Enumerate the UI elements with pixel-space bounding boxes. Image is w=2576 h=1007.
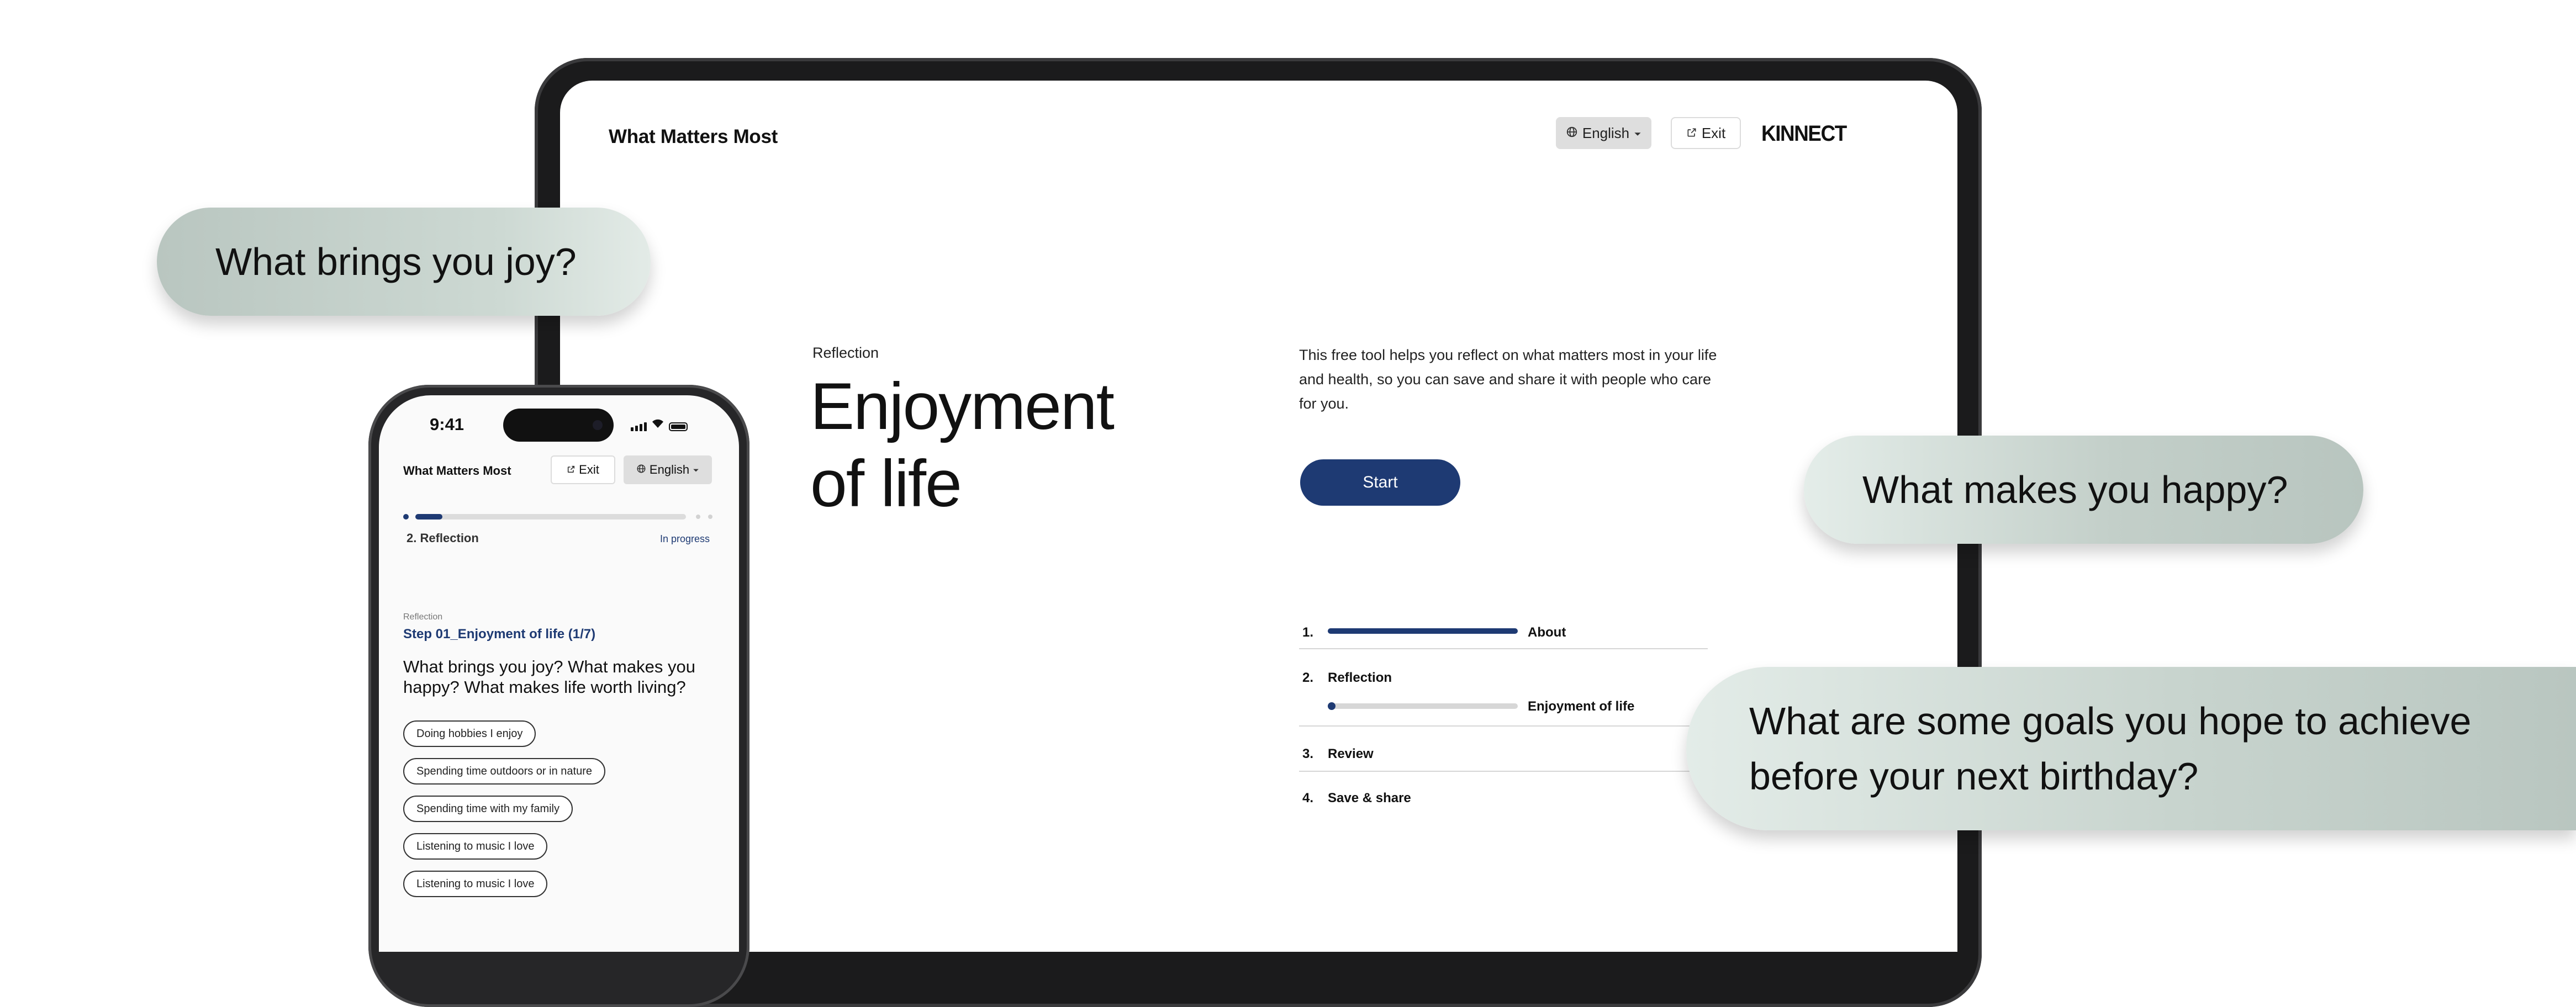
brand-logo: KINNECT (1761, 121, 1847, 146)
status-icons (631, 418, 688, 431)
caret-down-icon (693, 463, 699, 477)
dynamic-island (503, 409, 614, 442)
current-step-label: 2. Reflection (407, 531, 479, 545)
step-progress-fill (1328, 628, 1518, 634)
speech-bubble-goals-line-2: before your next birthday? (1749, 755, 2199, 798)
status-time: 9:41 (430, 415, 464, 434)
step-about[interactable]: 1. About (1299, 616, 1708, 649)
phone-screen: 9:41 What Matters Most Exit English 2. R… (379, 395, 739, 952)
answer-chip[interactable]: Listening to music I love (403, 833, 548, 860)
external-link-icon (567, 463, 576, 477)
section-label: Reflection (812, 344, 879, 361)
step-title: Step 01_Enjoyment of life (1/7) (403, 627, 596, 642)
step-progress-bar (1328, 628, 1518, 634)
step-label: Reflection (1328, 670, 1392, 685)
section-label: Reflection (403, 612, 443, 622)
progress-bar (403, 514, 712, 520)
answer-chip[interactable]: Listening to music I love (403, 871, 548, 897)
step-progress-dot (1328, 702, 1335, 710)
speech-bubble-goals: What are some goals you hope to achieve … (1686, 667, 2576, 830)
step-review[interactable]: 3. Review (1299, 727, 1708, 772)
signal-icon (631, 422, 647, 431)
step-sublabel: Enjoyment of life (1528, 699, 1635, 714)
app-title: What Matters Most (403, 464, 511, 478)
progress-track (415, 514, 686, 520)
battery-icon (669, 422, 688, 431)
progress-dot (696, 515, 700, 519)
page-title-line-1: Enjoyment (810, 369, 1115, 443)
exit-button[interactable]: Exit (551, 455, 615, 484)
app-title: What Matters Most (609, 126, 778, 147)
exit-label: Exit (1701, 124, 1726, 141)
step-number: 4. (1302, 791, 1314, 805)
speech-bubble-joy: What brings you joy? (157, 208, 651, 316)
speech-bubble-goals-line-1: What are some goals you hope to achieve (1749, 699, 2472, 743)
progress-start-dot (403, 514, 409, 520)
answer-chip[interactable]: Doing hobbies I enjoy (403, 720, 536, 747)
caret-down-icon (1634, 125, 1641, 142)
progress-dot (708, 515, 712, 519)
globe-icon (1566, 125, 1578, 142)
page-title-line-2: of life (810, 447, 962, 521)
step-number: 1. (1302, 625, 1314, 640)
language-label: English (1582, 124, 1630, 141)
step-save-share[interactable]: 4. Save & share (1299, 772, 1708, 816)
external-link-icon (1686, 125, 1697, 142)
step-list: 1. About 2. Reflection Enjoyment of life… (1299, 616, 1708, 816)
camera-icon (593, 420, 603, 430)
answer-chip[interactable]: Spending time with my family (403, 796, 573, 822)
language-selector[interactable]: English (1556, 117, 1651, 149)
start-button[interactable]: Start (1300, 459, 1460, 506)
step-label: About (1528, 625, 1566, 640)
step-label: Review (1328, 746, 1374, 761)
exit-label: Exit (579, 463, 599, 476)
wifi-icon (651, 418, 664, 431)
globe-icon (636, 463, 646, 477)
step-progress-bar (1328, 702, 1518, 710)
language-selector[interactable]: English (624, 455, 712, 484)
step-number: 2. (1302, 670, 1314, 685)
progress-fill (415, 514, 442, 520)
language-label: English (649, 463, 690, 476)
answer-chips: Doing hobbies I enjoy Spending time outd… (403, 720, 605, 908)
answer-chip[interactable]: Spending time outdoors or in nature (403, 758, 605, 785)
intro-description: This free tool helps you reflect on what… (1299, 347, 1717, 412)
exit-button[interactable]: Exit (1671, 117, 1741, 149)
step-label: Save & share (1328, 791, 1411, 805)
step-status: In progress (660, 533, 710, 544)
step-reflection[interactable]: 2. Reflection Enjoyment of life (1299, 649, 1708, 727)
step-number: 3. (1302, 746, 1314, 761)
speech-bubble-happy: What makes you happy? (1804, 436, 2363, 544)
question-text: What brings you joy? What makes you happ… (403, 657, 695, 697)
page-title: Enjoyment of life (810, 368, 1197, 522)
